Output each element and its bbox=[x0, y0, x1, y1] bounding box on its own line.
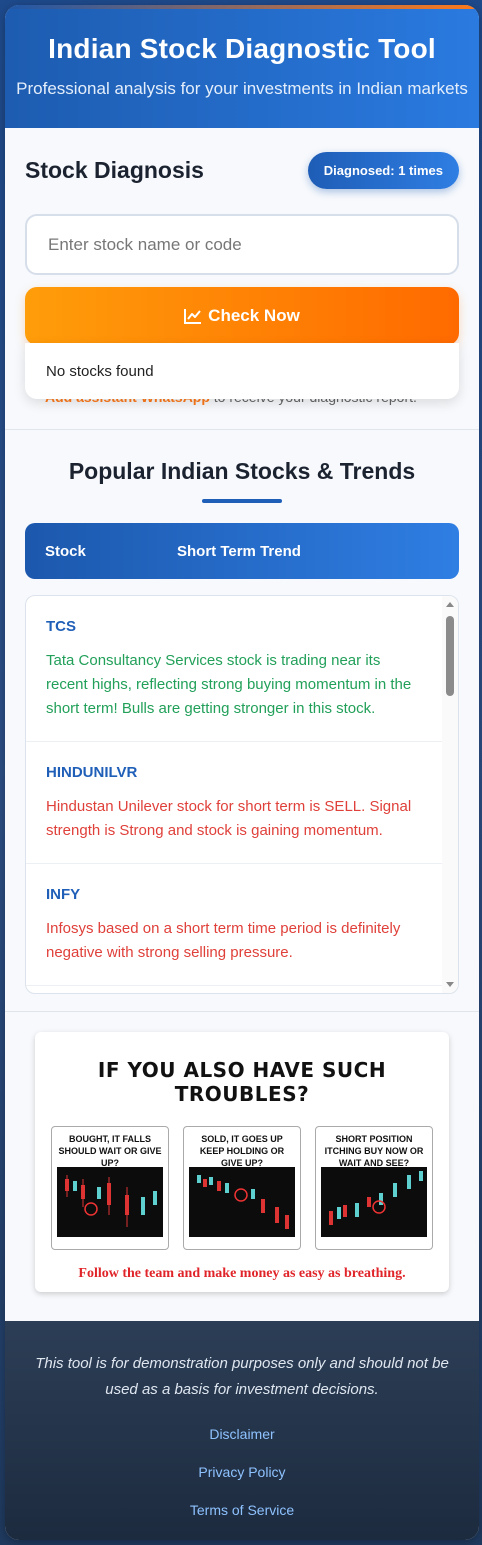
line-chart-icon bbox=[184, 309, 202, 324]
list-item: HINDUNILVR Hindustan Unilever stock for … bbox=[26, 742, 442, 864]
promo-footer-text: Follow the team and make money as easy a… bbox=[78, 1266, 406, 1281]
stock-code[interactable]: INFY bbox=[46, 886, 422, 903]
table-header: Stock Short Term Trend bbox=[25, 523, 459, 579]
trend-description: Tata Consultancy Services stock is tradi… bbox=[46, 652, 412, 717]
app-container: Indian Stock Diagnostic Tool Professiona… bbox=[5, 5, 479, 1540]
page-title: Indian Stock Diagnostic Tool bbox=[48, 33, 436, 64]
scroll-up-icon[interactable] bbox=[446, 602, 454, 607]
column-stock: Stock bbox=[45, 542, 86, 560]
panel-caption: BOUGHT, IT FALLS SHOULD WAIT OR GIVE UP? bbox=[58, 1134, 162, 1168]
popular-title: Popular Indian Stocks & Trends bbox=[68, 458, 416, 484]
candlestick-chart-image bbox=[57, 1167, 163, 1237]
stock-search-field[interactable] bbox=[25, 214, 459, 275]
search-results-dropdown: No stocks found bbox=[25, 343, 459, 399]
terms-of-service-link[interactable]: Terms of Service bbox=[5, 1501, 479, 1539]
title-underline bbox=[202, 499, 282, 503]
trend-description: Infosys based on a short term time perio… bbox=[46, 920, 401, 961]
candlestick-chart-image bbox=[189, 1167, 295, 1237]
promo-section: IF YOU ALSO HAVE SUCH TROUBLES? BOUGHT, … bbox=[5, 1012, 479, 1321]
scroll-down-icon[interactable] bbox=[446, 982, 454, 987]
page-footer: This tool is for demonstration purposes … bbox=[5, 1321, 479, 1540]
diagnosis-title: Stock Diagnosis bbox=[25, 156, 204, 183]
page-header: Indian Stock Diagnostic Tool Professiona… bbox=[5, 5, 479, 128]
diagnosed-count-badge: Diagnosed: 1 times bbox=[307, 151, 459, 189]
disclaimer-link[interactable]: Disclaimer bbox=[5, 1425, 479, 1463]
trend-description: Hindustan Unilever stock for short term … bbox=[46, 798, 412, 839]
footer-links: Disclaimer Privacy Policy Terms of Servi… bbox=[5, 1425, 479, 1539]
stock-code[interactable]: TCS bbox=[46, 618, 422, 635]
check-now-label: Check Now bbox=[208, 306, 300, 325]
promo-panel-bought: BOUGHT, IT FALLS SHOULD WAIT OR GIVE UP? bbox=[51, 1126, 169, 1250]
promo-banner[interactable]: IF YOU ALSO HAVE SUCH TROUBLES? BOUGHT, … bbox=[35, 1032, 449, 1292]
candlestick-chart-image bbox=[321, 1167, 427, 1237]
column-trend: Short Term Trend bbox=[177, 542, 301, 560]
list-item: TCS Tata Consultancy Services stock is t… bbox=[26, 596, 442, 742]
promo-panel-sold: SOLD, IT GOES UP KEEP HOLDING OR GIVE UP… bbox=[183, 1126, 301, 1250]
check-now-button[interactable]: Check Now bbox=[25, 287, 459, 345]
scrollbar-thumb[interactable] bbox=[446, 616, 454, 696]
list-item: INFY Infosys based on a short term time … bbox=[26, 864, 442, 986]
no-results-message: No stocks found bbox=[46, 362, 154, 380]
promo-title: IF YOU ALSO HAVE SUCH TROUBLES? bbox=[97, 1058, 387, 1106]
panel-caption: SOLD, IT GOES UP KEEP HOLDING OR GIVE UP… bbox=[199, 1134, 285, 1168]
promo-panel-short: SHORT POSITION ITCHING BUY NOW OR WAIT A… bbox=[315, 1126, 433, 1250]
panel-caption: SHORT POSITION ITCHING BUY NOW OR WAIT A… bbox=[324, 1134, 424, 1168]
page-subtitle: Professional analysis for your investmen… bbox=[16, 79, 468, 98]
stock-code[interactable]: HINDUNILVR bbox=[46, 764, 422, 781]
privacy-policy-link[interactable]: Privacy Policy bbox=[5, 1463, 479, 1501]
disclaimer-note: This tool is for demonstration purposes … bbox=[35, 1355, 449, 1398]
stock-search-input[interactable] bbox=[48, 234, 457, 255]
stock-trend-list[interactable]: TCS Tata Consultancy Services stock is t… bbox=[25, 595, 459, 994]
list-scrollbar[interactable] bbox=[442, 596, 458, 993]
popular-stocks-section: Popular Indian Stocks & Trends Stock Sho… bbox=[5, 430, 479, 1012]
